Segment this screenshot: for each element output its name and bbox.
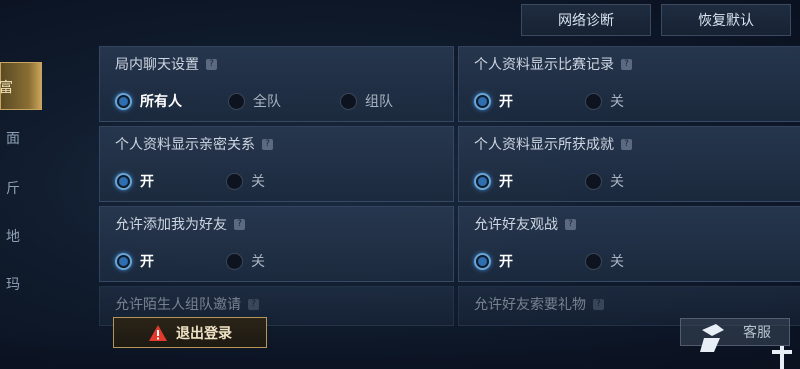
- sidebar-tab[interactable]: 地: [0, 226, 22, 248]
- option-on[interactable]: 开: [474, 91, 513, 111]
- panel-title: 个人资料显示所获成就 ?: [474, 134, 632, 154]
- option-label: 关: [610, 254, 624, 270]
- settings-sidebar: 富 面 斤 地 玛: [0, 56, 42, 316]
- option-label: 开: [140, 174, 154, 190]
- radio-checked-icon[interactable]: [115, 172, 132, 190]
- option-on[interactable]: 开: [474, 251, 513, 271]
- radio-unchecked-icon[interactable]: [585, 172, 602, 190]
- sidebar-tab-label: 斤: [6, 181, 20, 197]
- chat-setting-panel: 局内聊天设置 ? 所有人 全队 组队: [99, 46, 454, 122]
- option-off[interactable]: 关: [585, 251, 624, 271]
- radio-checked-icon[interactable]: [474, 172, 491, 190]
- option-label: 关: [610, 174, 624, 190]
- match-records-panel: 个人资料显示比赛记录 ? 开 关: [458, 46, 800, 122]
- sidebar-tab[interactable]: 面: [0, 128, 22, 150]
- allow-spectate-title: 允许好友观战: [474, 217, 558, 233]
- option-label: 关: [610, 94, 624, 110]
- sidebar-tab[interactable]: 斤: [0, 178, 22, 200]
- help-icon[interactable]: ?: [248, 298, 259, 310]
- panel-title: 个人资料显示亲密关系 ?: [115, 134, 273, 154]
- panel-title: 允许陌生人组队邀请 ?: [115, 294, 259, 314]
- panel-title: 允许添加我为好友 ?: [115, 214, 245, 234]
- logout-label: 退出登录: [176, 325, 232, 342]
- option-on[interactable]: 开: [115, 251, 154, 271]
- panel-title: 允许好友观战 ?: [474, 214, 576, 234]
- chat-option-everyone[interactable]: 所有人: [115, 91, 182, 111]
- achievements-panel: 个人资料显示所获成就 ? 开 关: [458, 126, 800, 202]
- option-off[interactable]: 关: [226, 171, 265, 191]
- option-off[interactable]: 关: [585, 91, 624, 111]
- warning-icon: [149, 324, 167, 341]
- option-on[interactable]: 开: [115, 171, 154, 191]
- gift-request-title: 允许好友索要礼物: [474, 297, 586, 313]
- help-icon[interactable]: ?: [565, 218, 576, 230]
- radio-checked-icon[interactable]: [474, 252, 491, 270]
- radio-unchecked-icon[interactable]: [228, 92, 245, 110]
- option-off[interactable]: 关: [585, 171, 624, 191]
- option-label: 开: [499, 254, 513, 270]
- sidebar-tab-label: 地: [6, 229, 20, 245]
- option-label: 关: [251, 254, 265, 270]
- radio-unchecked-icon[interactable]: [585, 252, 602, 270]
- customer-service-label: 客服: [743, 325, 771, 341]
- sidebar-tab-active[interactable]: 富: [0, 62, 42, 110]
- option-off[interactable]: 关: [226, 251, 265, 271]
- help-icon[interactable]: ?: [621, 58, 632, 70]
- help-icon[interactable]: ?: [593, 298, 604, 310]
- chat-setting-title: 局内聊天设置: [115, 57, 199, 73]
- option-label: 全队: [253, 94, 281, 110]
- network-diagnosis-button[interactable]: 网络诊断: [521, 4, 651, 36]
- panel-title: 局内聊天设置 ?: [115, 54, 217, 74]
- help-icon[interactable]: ?: [234, 218, 245, 230]
- stranger-invite-title: 允许陌生人组队邀请: [115, 297, 241, 313]
- logout-button[interactable]: 退出登录: [113, 317, 267, 348]
- option-label: 开: [499, 94, 513, 110]
- chat-option-team[interactable]: 全队: [228, 91, 281, 111]
- match-records-title: 个人资料显示比赛记录: [474, 57, 614, 73]
- radio-unchecked-icon[interactable]: [226, 252, 243, 270]
- restore-default-label: 恢复默认: [698, 13, 754, 29]
- intimacy-panel: 个人资料显示亲密关系 ? 开 关: [99, 126, 454, 202]
- allow-friend-add-panel: 允许添加我为好友 ? 开 关: [99, 206, 454, 282]
- option-label: 所有人: [140, 94, 182, 110]
- intimacy-title: 个人资料显示亲密关系: [115, 137, 255, 153]
- radio-checked-icon[interactable]: [115, 92, 132, 110]
- radio-unchecked-icon[interactable]: [226, 172, 243, 190]
- help-icon[interactable]: ?: [621, 138, 632, 150]
- sidebar-tab-label: 富: [0, 80, 13, 96]
- panel-title: 允许好友索要礼物 ?: [474, 294, 604, 314]
- help-icon[interactable]: ?: [206, 58, 217, 70]
- allow-friend-add-title: 允许添加我为好友: [115, 217, 227, 233]
- panel-title: 个人资料显示比赛记录 ?: [474, 54, 632, 74]
- radio-checked-icon[interactable]: [474, 92, 491, 110]
- sidebar-tab-label: 面: [6, 131, 20, 147]
- sidebar-tab[interactable]: 玛: [0, 274, 22, 296]
- option-label: 开: [499, 174, 513, 190]
- radio-unchecked-icon[interactable]: [340, 92, 357, 110]
- option-on[interactable]: 开: [474, 171, 513, 191]
- help-icon[interactable]: ?: [262, 138, 273, 150]
- allow-spectate-panel: 允许好友观战 ? 开 关: [458, 206, 800, 282]
- watermark-corner-icon: [772, 346, 792, 369]
- radio-checked-icon[interactable]: [115, 252, 132, 270]
- watermark-logo-icon: [700, 324, 724, 352]
- network-diagnosis-label: 网络诊断: [558, 13, 614, 29]
- option-label: 开: [140, 254, 154, 270]
- radio-unchecked-icon[interactable]: [585, 92, 602, 110]
- option-label: 关: [251, 174, 265, 190]
- achievements-title: 个人资料显示所获成就: [474, 137, 614, 153]
- restore-default-button[interactable]: 恢复默认: [661, 4, 791, 36]
- chat-option-party[interactable]: 组队: [340, 91, 393, 111]
- option-label: 组队: [365, 94, 393, 110]
- sidebar-tab-label: 玛: [6, 277, 20, 293]
